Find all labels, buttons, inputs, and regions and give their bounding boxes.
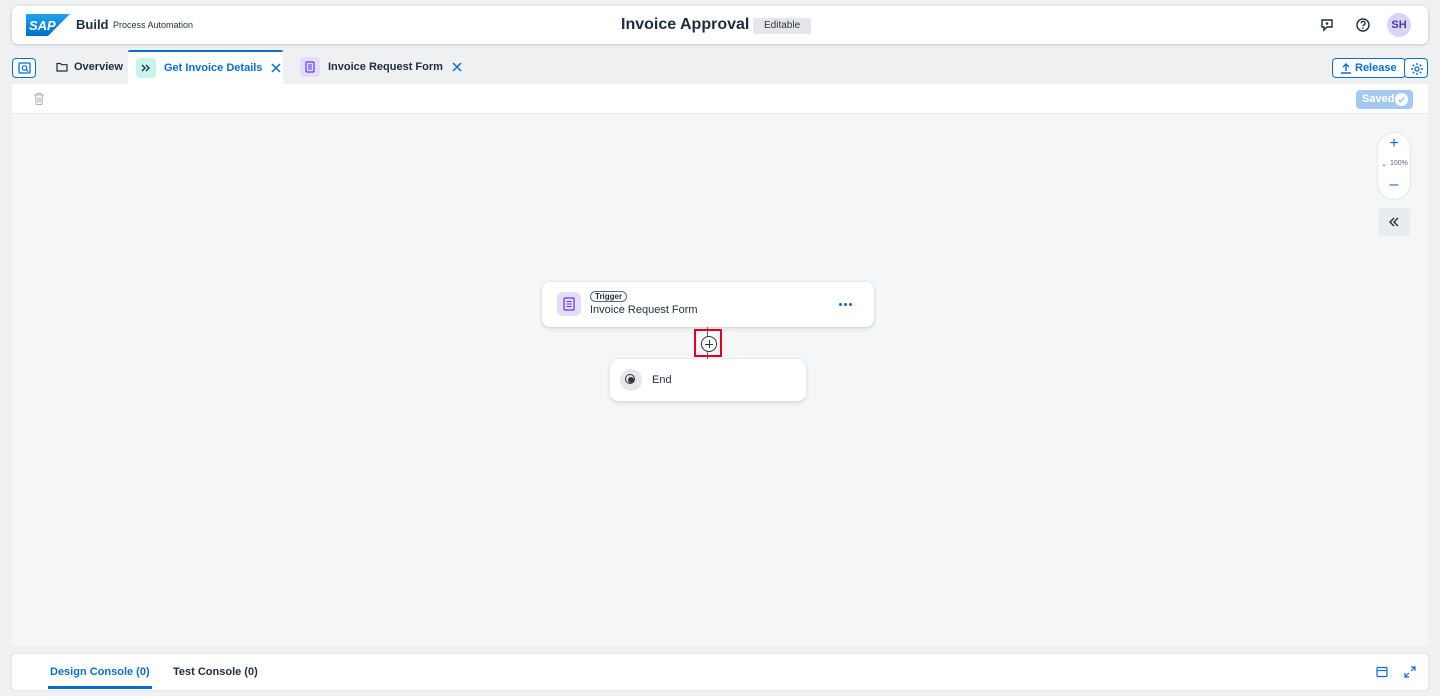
end-label: End: [652, 374, 672, 386]
brand-name: Build: [76, 17, 109, 32]
help-icon[interactable]: [1355, 17, 1371, 33]
chevron-down-icon[interactable]: ⌄: [1381, 160, 1387, 168]
add-circle-icon: [701, 336, 717, 352]
more-options-icon[interactable]: [838, 297, 854, 311]
tab-get-invoice-details[interactable]: Get Invoice Details: [128, 50, 283, 84]
end-node[interactable]: End: [610, 359, 806, 401]
feedback-icon[interactable]: [1319, 17, 1335, 33]
zoom-level[interactable]: 100%: [1390, 160, 1408, 167]
upload-icon: [1341, 63, 1351, 74]
zoom-out-button[interactable]: –: [1378, 175, 1410, 197]
double-chevron-left-icon: [1389, 217, 1399, 227]
navigator-button[interactable]: [12, 58, 36, 78]
gear-icon: [1411, 63, 1423, 75]
saved-label: Saved: [1362, 93, 1395, 105]
release-label: Release: [1355, 62, 1397, 74]
avatar[interactable]: SH: [1387, 13, 1411, 37]
tab-test-console[interactable]: Test Console (0): [173, 654, 258, 690]
search-document-icon: [18, 62, 31, 74]
delete-icon[interactable]: [33, 92, 45, 106]
page-title: Invoice Approval: [621, 16, 750, 33]
canvas-toolbar: Saved: [12, 84, 1428, 114]
tab-invoice-request-form[interactable]: Invoice Request Form: [296, 50, 467, 84]
trigger-chip: Trigger: [590, 291, 628, 302]
form-icon: [300, 57, 320, 77]
process-icon: [136, 58, 156, 78]
tab-label: Test Console (0): [173, 666, 258, 678]
zoom-control: + ⌄ 100% –: [1378, 133, 1410, 199]
editor-tab-bar: Overview Get Invoice Details Invoice Req…: [12, 50, 1428, 84]
saved-status-button[interactable]: Saved: [1356, 90, 1413, 109]
tab-label: Invoice Request Form: [328, 61, 443, 73]
console-bar: Design Console (0) Test Console (0): [12, 654, 1428, 690]
panel-icon[interactable]: [1376, 666, 1388, 678]
status-badge: Editable: [753, 18, 812, 34]
form-icon: [557, 292, 581, 316]
shell-bar: SAP Build Process Automation Invoice App…: [12, 6, 1428, 44]
tab-design-console[interactable]: Design Console (0): [48, 654, 152, 689]
process-canvas[interactable]: + ⌄ 100% – Trigger Invoice Request Form …: [12, 114, 1428, 646]
tab-label: Overview: [74, 61, 123, 73]
close-icon[interactable]: [451, 61, 463, 73]
tab-overview[interactable]: Overview: [52, 50, 127, 84]
svg-text:SAP: SAP: [29, 18, 56, 33]
expand-icon[interactable]: [1404, 666, 1416, 678]
collapse-panel-button[interactable]: [1378, 208, 1410, 236]
stop-icon: [620, 369, 642, 391]
check-icon: [1395, 93, 1408, 106]
release-button[interactable]: Release: [1332, 58, 1406, 78]
sap-logo[interactable]: SAP: [26, 14, 70, 36]
trigger-title: Invoice Request Form: [590, 304, 698, 316]
tab-label: Design Console (0): [50, 666, 150, 678]
close-icon[interactable]: [270, 62, 282, 74]
tab-label: Get Invoice Details: [164, 62, 263, 74]
product-name: Process Automation: [113, 20, 194, 30]
add-step-button[interactable]: [694, 329, 722, 357]
folder-icon: [56, 62, 68, 72]
zoom-in-button[interactable]: +: [1378, 133, 1410, 155]
settings-button[interactable]: [1404, 58, 1428, 78]
trigger-node[interactable]: Trigger Invoice Request Form: [542, 282, 874, 327]
